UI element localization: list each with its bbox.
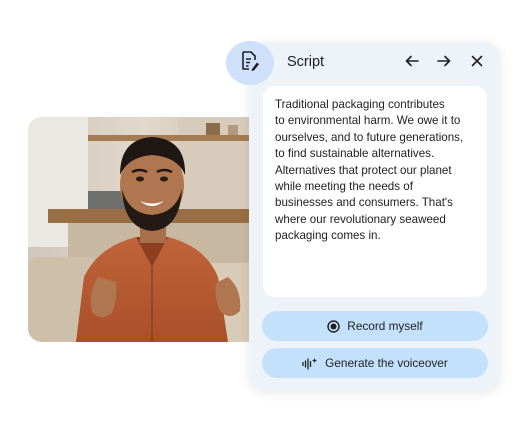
app-canvas: Script Traditional packaging contributes…	[0, 0, 527, 433]
arrow-right-icon	[437, 54, 451, 72]
record-myself-button[interactable]: Record myself	[262, 311, 488, 341]
close-icon	[471, 54, 483, 72]
panel-title: Script	[287, 54, 325, 70]
document-edit-icon	[240, 50, 260, 77]
generate-voiceover-button[interactable]: Generate the voiceover	[262, 348, 488, 378]
script-text[interactable]: Traditional packaging contributes to env…	[275, 97, 487, 245]
record-icon	[327, 319, 340, 333]
back-button[interactable]	[401, 52, 423, 74]
arrow-left-icon	[405, 54, 419, 72]
close-button[interactable]	[466, 52, 488, 74]
record-myself-label: Record myself	[347, 319, 423, 333]
forward-button[interactable]	[433, 52, 455, 74]
generate-voiceover-label: Generate the voiceover	[325, 356, 448, 370]
waveform-sparkle-icon	[302, 357, 318, 370]
presenter-video-thumbnail[interactable]	[28, 117, 260, 342]
document-badge	[226, 41, 274, 85]
script-text-card[interactable]: Traditional packaging contributes to env…	[263, 86, 487, 297]
